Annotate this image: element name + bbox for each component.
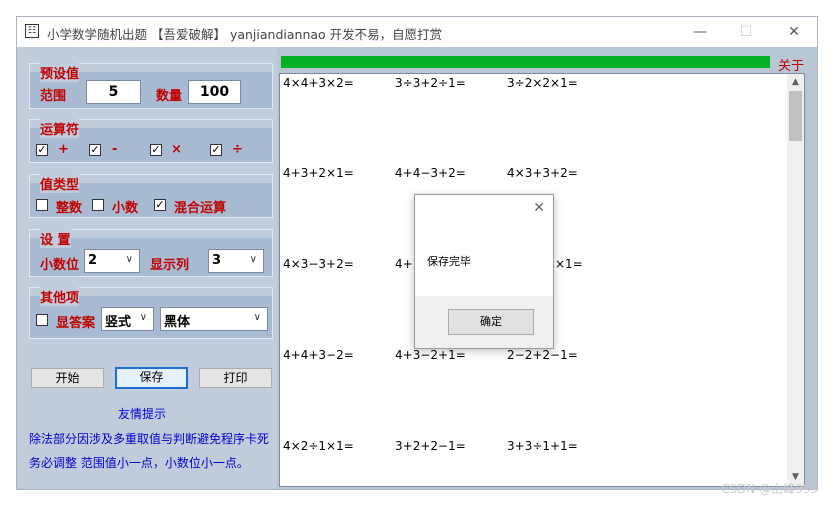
- settings-panel: 预设值 范围 5 数量 100 运算符 ✓ + ✓ - ✓ × ✓ ÷ 值类型 …: [17, 47, 277, 489]
- problem-item: 4×4+3×2=: [283, 76, 354, 90]
- tip-line-2: 务必调整 范围值小一点，小数位小一点。: [29, 456, 249, 470]
- columns-value: 3: [212, 253, 222, 268]
- print-button[interactable]: 打印: [199, 368, 272, 388]
- about-link[interactable]: 关于: [778, 55, 804, 74]
- font-value: 黑体: [164, 315, 191, 330]
- save-complete-dialog: ✕ 保存完毕 确定: [414, 194, 554, 349]
- window-title: 小学数学随机出题 【吾爱破解】 yanjiandiannao 开发不易，自愿打赏: [47, 27, 443, 42]
- presets-group: 预设值 范围 5 数量 100: [29, 63, 273, 109]
- operators-title: 运算符: [40, 119, 80, 138]
- show-answer-label: 显答案: [56, 316, 96, 331]
- mixed-label: 混合运算: [174, 201, 227, 216]
- problem-item: 4+3−2+1=: [395, 348, 466, 362]
- mixed-checkbox[interactable]: ✓: [154, 199, 166, 211]
- operator-minus-checkbox[interactable]: ✓: [89, 144, 101, 156]
- dialog-message: 保存完毕: [427, 255, 471, 268]
- layout-value: 竖式: [105, 315, 132, 330]
- operator-divide-label: ÷: [232, 142, 243, 157]
- operator-divide-checkbox[interactable]: ✓: [210, 144, 222, 156]
- minimize-button[interactable]: —: [677, 17, 723, 47]
- other-group: 其他项 显答案 竖式 ∨ 黑体 ∨: [29, 287, 273, 339]
- problem-item: 4×3+3+2=: [507, 166, 578, 180]
- problem-item: 4×2÷1×1=: [283, 439, 354, 453]
- decimals-label: 小数位: [40, 258, 80, 273]
- chevron-down-icon: ∨: [139, 312, 147, 323]
- problem-item: 2−2+2−1=: [507, 348, 578, 362]
- scroll-thumb[interactable]: [789, 91, 802, 141]
- problem-item: 3+2+2−1=: [395, 439, 466, 453]
- operator-multiply-checkbox[interactable]: ✓: [150, 144, 162, 156]
- ok-button[interactable]: 确定: [448, 309, 534, 335]
- problem-item: ×1=: [555, 257, 583, 271]
- chevron-down-icon: ∨: [249, 254, 257, 265]
- operator-minus-label: -: [112, 142, 118, 157]
- save-button[interactable]: 保存: [115, 367, 188, 389]
- integer-checkbox[interactable]: [36, 199, 48, 211]
- vertical-scrollbar[interactable]: ▲ ▼: [787, 74, 804, 486]
- operator-multiply-label: ×: [171, 142, 182, 157]
- tip-title: 友情提示: [118, 407, 167, 421]
- other-title: 其他项: [40, 287, 80, 306]
- problem-item: 4+: [395, 257, 413, 271]
- decimals-select[interactable]: 2 ∨: [84, 249, 140, 273]
- decimal-checkbox[interactable]: [92, 199, 104, 211]
- problem-item: 4×3−3+2=: [283, 257, 354, 271]
- problem-item: 4+4+3−2=: [283, 348, 354, 362]
- font-select[interactable]: 黑体 ∨: [160, 307, 268, 331]
- problem-item: 4+4−3+2=: [395, 166, 466, 180]
- close-button[interactable]: ✕: [771, 17, 817, 47]
- app-icon: ☷: [25, 24, 39, 38]
- settings-title: 设 置: [40, 229, 71, 248]
- progress-bar: [281, 56, 770, 68]
- range-input[interactable]: 5: [86, 80, 141, 104]
- watermark: CSDN @山峰999: [721, 482, 818, 496]
- problem-item: 3÷2×2×1=: [507, 76, 578, 90]
- dialog-close-icon[interactable]: ✕: [533, 200, 545, 216]
- operator-plus-label: +: [58, 142, 69, 157]
- show-answer-checkbox[interactable]: [36, 314, 48, 326]
- start-button[interactable]: 开始: [31, 368, 104, 388]
- decimal-label: 小数: [112, 201, 139, 216]
- layout-select[interactable]: 竖式 ∨: [101, 307, 154, 331]
- count-label: 数量: [156, 89, 183, 104]
- range-label: 范围: [40, 89, 67, 104]
- count-input[interactable]: 100: [188, 80, 241, 104]
- chevron-down-icon: ∨: [125, 254, 133, 265]
- scroll-up-icon[interactable]: ▲: [787, 74, 804, 91]
- value-type-group: 值类型 整数 小数 ✓ 混合运算: [29, 174, 273, 218]
- title-bar: ☷ 小学数学随机出题 【吾爱破解】 yanjiandiannao 开发不易，自愿…: [17, 17, 817, 47]
- problem-item: 3+3÷1+1=: [507, 439, 578, 453]
- presets-title: 预设值: [40, 63, 80, 82]
- value-type-title: 值类型: [40, 174, 80, 193]
- maximize-button[interactable]: ☐: [723, 17, 769, 47]
- operator-plus-checkbox[interactable]: ✓: [36, 144, 48, 156]
- columns-select[interactable]: 3 ∨: [208, 249, 264, 273]
- decimals-value: 2: [88, 253, 98, 268]
- problem-item: 3÷3+2÷1=: [395, 76, 466, 90]
- tip-line-1: 除法部分因涉及多重取值与判断避免程序卡死: [29, 432, 270, 446]
- problem-item: 4+3+2×1=: [283, 166, 354, 180]
- settings-group: 设 置 小数位 2 ∨ 显示列 3 ∨: [29, 229, 273, 277]
- columns-label: 显示列: [150, 258, 190, 273]
- operators-group: 运算符 ✓ + ✓ - ✓ × ✓ ÷: [29, 119, 273, 163]
- dialog-footer: 确定: [415, 296, 553, 348]
- chevron-down-icon: ∨: [253, 312, 261, 323]
- integer-label: 整数: [56, 201, 83, 216]
